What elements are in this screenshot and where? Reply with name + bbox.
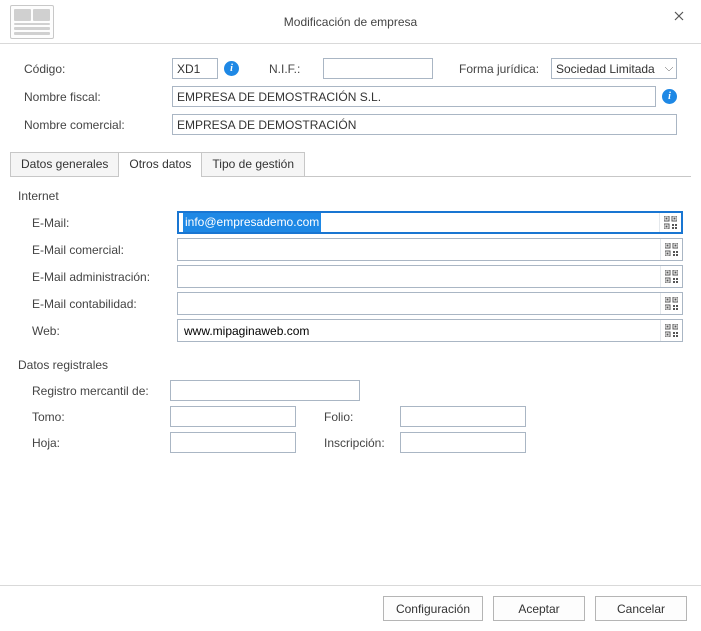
email-admin-field-wrap[interactable] xyxy=(177,265,683,288)
forma-juridica-label: Forma jurídica: xyxy=(459,62,545,76)
email-conta-field-wrap[interactable] xyxy=(177,292,683,315)
registrales-group: Registro mercantil de: Tomo: Folio: Hoja… xyxy=(18,380,683,453)
email-row: E-Mail: info@empresademo.com xyxy=(32,211,683,234)
email-conta-field[interactable] xyxy=(178,293,660,314)
email-comercial-row: E-Mail comercial: xyxy=(32,238,683,261)
inscripcion-field[interactable] xyxy=(400,432,526,453)
footer: Configuración Aceptar Cancelar xyxy=(0,585,701,631)
qr-icon[interactable] xyxy=(659,213,681,232)
nombre-fiscal-label: Nombre fiscal: xyxy=(24,90,166,104)
app-icon xyxy=(10,5,54,39)
config-button[interactable]: Configuración xyxy=(383,596,483,621)
tab-datos-generales[interactable]: Datos generales xyxy=(10,152,119,176)
email-comercial-label: E-Mail comercial: xyxy=(32,243,177,257)
cancel-button[interactable]: Cancelar xyxy=(595,596,687,621)
folio-label: Folio: xyxy=(324,410,394,424)
folio-field[interactable] xyxy=(400,406,526,427)
qr-icon[interactable] xyxy=(660,293,682,314)
tab-bar: Datos generales Otros datos Tipo de gest… xyxy=(10,152,691,176)
hoja-label: Hoja: xyxy=(32,436,164,450)
registrales-title: Datos registrales xyxy=(18,358,683,372)
email-admin-label: E-Mail administración: xyxy=(32,270,177,284)
codigo-field[interactable] xyxy=(172,58,218,79)
ok-button[interactable]: Aceptar xyxy=(493,596,585,621)
nombre-comercial-label: Nombre comercial: xyxy=(24,118,166,132)
email-conta-row: E-Mail contabilidad: xyxy=(32,292,683,315)
window-title: Modificación de empresa xyxy=(0,15,701,29)
registro-field[interactable] xyxy=(170,380,360,401)
email-field-wrap[interactable]: info@empresademo.com xyxy=(177,211,683,234)
tomo-label: Tomo: xyxy=(32,410,164,424)
qr-icon[interactable] xyxy=(660,239,682,260)
info-icon[interactable]: i xyxy=(224,61,239,76)
email-conta-label: E-Mail contabilidad: xyxy=(32,297,177,311)
email-field[interactable]: info@empresademo.com xyxy=(183,213,321,232)
nombre-comercial-field[interactable] xyxy=(172,114,677,135)
web-field[interactable] xyxy=(178,320,660,341)
internet-group: E-Mail: info@empresademo.com E-Mail come… xyxy=(18,211,683,342)
info-icon[interactable]: i xyxy=(662,89,677,104)
window-titlebar: Modificación de empresa xyxy=(0,0,701,44)
qr-icon[interactable] xyxy=(660,266,682,287)
tab-otros-datos[interactable]: Otros datos xyxy=(118,152,202,176)
forma-juridica-select[interactable]: Sociedad Limitada xyxy=(551,58,677,79)
header-form: Código: i N.I.F.: Forma jurídica: Socied… xyxy=(0,44,701,150)
tab-tipo-gestion[interactable]: Tipo de gestión xyxy=(201,152,305,176)
qr-icon[interactable] xyxy=(660,320,682,341)
inscripcion-label: Inscripción: xyxy=(324,436,394,450)
codigo-label: Código: xyxy=(24,62,166,76)
tab-body: Internet E-Mail: info@empresademo.com E-… xyxy=(0,177,701,585)
registro-label: Registro mercantil de: xyxy=(32,384,164,398)
hoja-field[interactable] xyxy=(170,432,296,453)
email-comercial-field[interactable] xyxy=(178,239,660,260)
nombre-fiscal-field[interactable] xyxy=(172,86,656,107)
nif-field[interactable] xyxy=(323,58,433,79)
tomo-field[interactable] xyxy=(170,406,296,427)
web-row: Web: xyxy=(32,319,683,342)
email-admin-field[interactable] xyxy=(178,266,660,287)
close-icon[interactable] xyxy=(663,2,695,30)
web-field-wrap[interactable] xyxy=(177,319,683,342)
email-comercial-field-wrap[interactable] xyxy=(177,238,683,261)
internet-title: Internet xyxy=(18,189,683,203)
email-admin-row: E-Mail administración: xyxy=(32,265,683,288)
web-label: Web: xyxy=(32,324,177,338)
email-label: E-Mail: xyxy=(32,216,177,230)
nif-label: N.I.F.: xyxy=(269,62,317,76)
